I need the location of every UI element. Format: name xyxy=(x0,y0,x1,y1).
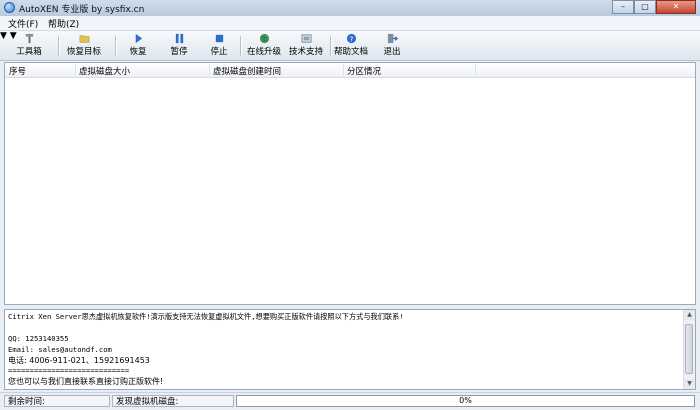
progress-bar: 0% xyxy=(236,395,695,407)
toolbox-button[interactable]: 工具箱 xyxy=(10,33,48,58)
minimize-icon[interactable]: – xyxy=(612,0,634,14)
pause-button[interactable]: 暂停 xyxy=(165,33,193,58)
log-line: ============================ xyxy=(8,366,130,375)
toolbox-icon xyxy=(25,33,33,44)
remaining-time-label: 剩余时间: xyxy=(8,397,45,407)
pause-icon xyxy=(175,33,183,44)
log-line: QQ: 1253140355 xyxy=(8,334,69,343)
toolbar-separator xyxy=(330,36,332,56)
toolbar: 工具箱 ▼ 恢复目标 ▼ 恢复 暂停 停止 在线升级 技术支持 ? 帮助文档 退… xyxy=(0,31,700,61)
column-divider[interactable] xyxy=(475,64,476,76)
status-bar: 剩余时间: 发现虚拟机磁盘: 0% xyxy=(0,392,700,410)
toolbar-separator xyxy=(240,36,242,56)
exit-label: 退出 xyxy=(383,47,401,57)
log-line: Email: sales@autondf.com xyxy=(8,345,112,354)
window-controls: – □ ✕ xyxy=(612,0,696,14)
toolbar-separator xyxy=(115,36,117,56)
exit-icon xyxy=(387,33,398,44)
found-disk-panel: 发现虚拟机磁盘: xyxy=(112,395,234,407)
remaining-time-panel: 剩余时间: xyxy=(4,395,110,407)
svg-text:?: ? xyxy=(349,34,353,43)
column-header-disk-size[interactable]: 虚拟磁盘大小 xyxy=(79,65,130,77)
stop-icon xyxy=(215,34,223,43)
menu-bar: 文件(F) 帮助(Z) xyxy=(0,16,700,31)
restore-button[interactable]: 恢复 xyxy=(124,33,152,58)
toolbox-label: 工具箱 xyxy=(16,47,42,57)
pause-label: 暂停 xyxy=(170,47,188,57)
log-line: Citrix Xen Server思杰虚拟机恢复软件!演示版支持无法恢复虚拟机文… xyxy=(8,312,404,321)
tech-support-button[interactable]: 技术支持 xyxy=(286,33,326,58)
close-icon[interactable]: ✕ xyxy=(656,0,696,14)
stop-label: 停止 xyxy=(210,47,228,57)
folder-icon xyxy=(79,35,89,43)
globe-icon xyxy=(259,33,269,44)
help-docs-label: 帮助文档 xyxy=(333,47,368,57)
column-divider[interactable] xyxy=(343,64,344,76)
scroll-thumb[interactable] xyxy=(685,324,693,374)
log-line: 电话: 4006-911-021、15921691453 xyxy=(8,356,150,365)
stop-button[interactable]: 停止 xyxy=(205,33,233,58)
online-upgrade-button[interactable]: 在线升级 xyxy=(246,33,282,58)
title-bar: AutoXEN 专业版 by sysfix.cn – □ ✕ xyxy=(0,0,700,17)
maximize-icon[interactable]: □ xyxy=(634,0,656,14)
log-textarea[interactable]: Citrix Xen Server思杰虚拟机恢复软件!演示版支持无法恢复虚拟机文… xyxy=(4,309,696,390)
help-docs-button[interactable]: ? 帮助文档 xyxy=(333,33,369,58)
table-header: 序号 虚拟磁盘大小 虚拟磁盘创建时间 分区情况 xyxy=(5,63,695,78)
menu-file[interactable]: 文件(F) xyxy=(8,17,38,30)
restore-target-button[interactable]: 恢复目标 xyxy=(64,33,104,58)
log-line: 您也可以与我们直接联系直接订购正版软件! xyxy=(8,377,164,386)
column-divider[interactable] xyxy=(209,64,210,76)
support-icon xyxy=(301,34,311,43)
column-divider[interactable] xyxy=(75,64,76,76)
window-title: AutoXEN 专业版 by sysfix.cn xyxy=(19,5,145,15)
column-header-created-time[interactable]: 虚拟磁盘创建时间 xyxy=(213,65,281,77)
restore-target-label: 恢复目标 xyxy=(66,47,101,57)
disk-table[interactable]: 序号 虚拟磁盘大小 虚拟磁盘创建时间 分区情况 xyxy=(4,62,696,305)
scroll-up-icon[interactable]: ▲ xyxy=(684,310,695,320)
app-icon xyxy=(4,2,15,13)
tech-support-label: 技术支持 xyxy=(288,47,323,57)
column-header-partitions[interactable]: 分区情况 xyxy=(347,65,381,77)
online-upgrade-label: 在线升级 xyxy=(246,47,281,57)
log-scrollbar[interactable]: ▲ ▼ xyxy=(683,310,695,389)
column-header-index[interactable]: 序号 xyxy=(9,65,26,77)
toolbox-dropdown-icon[interactable]: ▼ xyxy=(0,31,7,41)
found-disk-label: 发现虚拟机磁盘: xyxy=(116,397,179,407)
exit-button[interactable]: 退出 xyxy=(379,33,405,58)
restore-label: 恢复 xyxy=(129,47,147,57)
play-icon xyxy=(135,33,142,44)
help-icon: ? xyxy=(346,33,356,43)
scroll-down-icon[interactable]: ▼ xyxy=(684,379,695,389)
progress-text: 0% xyxy=(459,396,472,405)
menu-help[interactable]: 帮助(Z) xyxy=(48,17,79,30)
toolbar-separator xyxy=(58,36,60,56)
